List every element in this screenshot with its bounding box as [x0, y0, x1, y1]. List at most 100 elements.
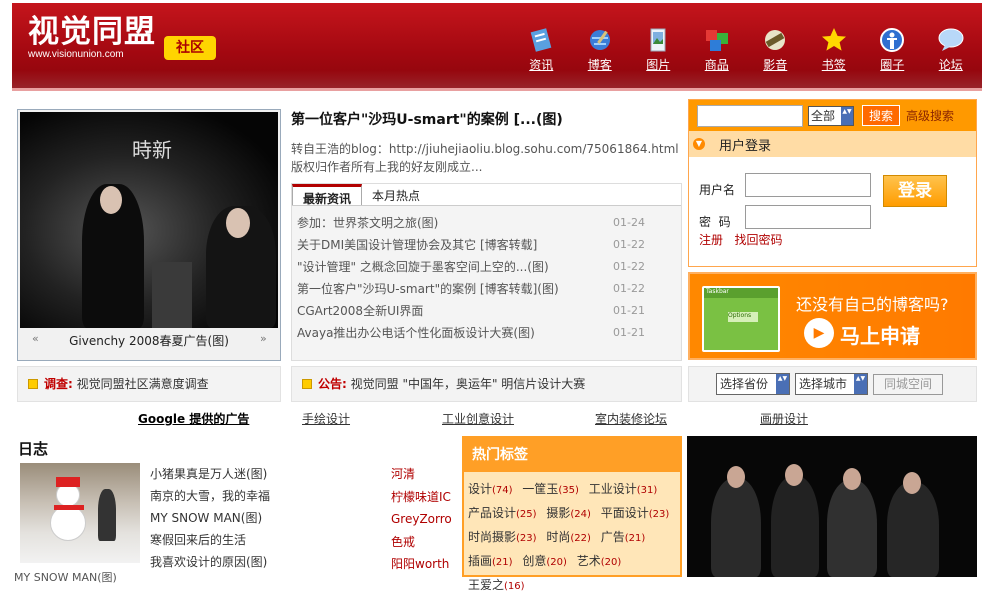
film-reel-icon [765, 30, 786, 50]
notice-link[interactable]: 视觉同盟 "中国年，奥运年" 明信片设计大赛 [351, 377, 586, 391]
author-link[interactable]: 阳阳worth [391, 553, 452, 576]
list-item[interactable]: 关于DMI美国设计管理协会及其它 [博客转载] 01-22 [297, 234, 681, 256]
search-login-box: 全部 搜索 高级搜索 ▼ 用户登录 用户名 密 码 登录 注册 找回密码 [688, 99, 977, 267]
hot-tags-panel: 热门标签 设计(74) 一筐玉(35) 工业设计(31) 产品设计(25) 摄影… [462, 436, 682, 592]
advanced-search-link[interactable]: 高级搜索 [906, 107, 954, 124]
tag-link[interactable]: 平面设计(23) [601, 506, 670, 520]
author-link[interactable]: GreyZorro [391, 508, 452, 531]
tag-link[interactable]: 王爱之(16) [468, 578, 525, 592]
snowman-body [50, 505, 86, 541]
tag-link[interactable]: 摄影(24) [546, 506, 591, 520]
list-item[interactable]: 参加：世界茶文明之旅(图) 01-24 [297, 212, 681, 234]
ad-link[interactable]: 画册设计 [760, 410, 808, 427]
list-item[interactable]: "设计管理" 之概念回旋于墨客空间上空的...(图) 01-22 [297, 256, 681, 278]
tag-count: (23) [516, 533, 537, 544]
tag-name: 摄影 [546, 506, 571, 520]
login-title: 用户登录 [719, 138, 772, 154]
province-select[interactable]: 选择省份 [716, 373, 790, 395]
register-link[interactable]: 注册 [699, 233, 723, 247]
tag-link[interactable]: 一筐玉(35) [522, 482, 579, 496]
tag-link[interactable]: 时尚摄影(23) [468, 530, 537, 544]
author-link[interactable]: 色戒 [391, 531, 452, 554]
next-arrow[interactable]: » [260, 332, 267, 345]
tag-name: 平面设计 [600, 506, 649, 520]
chevron-down-icon: ▼ [693, 138, 705, 150]
snowman-caption[interactable]: MY SNOW MAN(图) [14, 569, 117, 585]
news-title[interactable]: 第一位客户"沙玛U-smart"的案例 [博客转载](图) [297, 278, 559, 300]
site-logo[interactable]: 视觉同盟 www.visionunion.com [28, 15, 156, 60]
band-member [771, 476, 819, 577]
login-button[interactable]: 登录 [883, 175, 947, 207]
tag-name: 艺术 [576, 554, 601, 568]
bullet-square-icon [28, 379, 38, 389]
username-field[interactable] [745, 173, 871, 197]
tag-link[interactable]: 创意(20) [522, 554, 567, 568]
banner-cta[interactable]: 马上申请 [840, 320, 920, 349]
tag-count: (25) [516, 509, 537, 520]
ad-link[interactable]: 工业创意设计 [442, 410, 514, 427]
city-select[interactable]: 选择城市 [795, 373, 868, 395]
list-item[interactable]: 南京的大雪，我的幸福 [150, 485, 270, 507]
nav-item-bookmarks[interactable]: 书签 [805, 27, 864, 73]
list-item[interactable]: 寒假回来后的生活 [150, 529, 270, 551]
nav-item-media[interactable]: 影音 [746, 27, 805, 73]
picture-icon [650, 28, 666, 52]
city-space-button[interactable]: 同城空间 [873, 374, 943, 395]
list-item[interactable]: 第一位客户"沙玛U-smart"的案例 [博客转载](图) 01-22 [297, 278, 681, 300]
search-scope-select[interactable]: 全部 [808, 105, 854, 126]
ad-link[interactable]: 室内装修论坛 [595, 410, 667, 427]
tag-link[interactable]: 工业设计(31) [589, 482, 658, 496]
search-input[interactable] [697, 104, 803, 127]
nav-item-products[interactable]: 商品 [688, 27, 747, 73]
featured-caption[interactable]: Givenchy 2008春夏广告(图) [18, 332, 280, 349]
nav-item-pictures[interactable]: 图片 [629, 27, 688, 73]
nav-item-news[interactable]: 资讯 [512, 27, 571, 73]
band-face [843, 468, 861, 490]
tag-link[interactable]: 时尚(22) [546, 530, 591, 544]
author-link[interactable]: 柠檬味道IC [391, 486, 452, 509]
tab-latest-news[interactable]: 最新资讯 [292, 184, 363, 206]
list-item[interactable]: 小猪果真是万人迷(图) [150, 463, 270, 485]
forgot-password-link[interactable]: 找回密码 [734, 233, 782, 247]
tag-link[interactable]: 设计(74) [468, 482, 513, 496]
tag-link[interactable]: 艺术(20) [577, 554, 622, 568]
survey-label: 调查: [44, 377, 73, 391]
news-title[interactable]: 参加：世界茶文明之旅(图) [297, 212, 438, 234]
featured-photo[interactable]: 時新 [20, 112, 278, 328]
list-item[interactable]: Avaya推出办公电话个性化面板设计大赛(图) 01-21 [297, 322, 681, 344]
hot-tags-title: 热门标签 [464, 438, 680, 472]
login-header: ▼ 用户登录 [689, 131, 976, 157]
login-form: 用户名 密 码 登录 注册 找回密码 [689, 157, 976, 267]
tag-name: 创意 [522, 554, 547, 568]
video-player[interactable] [687, 436, 977, 577]
ad-link[interactable]: 手绘设计 [302, 410, 350, 427]
article-title[interactable]: 第一位客户"沙玛U-smart"的案例 [...(图) [291, 109, 681, 129]
search-button[interactable]: 搜索 [862, 105, 901, 126]
news-title[interactable]: "设计管理" 之概念回旋于墨客空间上空的...(图) [297, 256, 549, 278]
password-field[interactable] [745, 205, 871, 229]
google-ads-link[interactable]: Google 提供的广告 [138, 410, 249, 427]
nav-item-blog[interactable]: 博客 [571, 27, 630, 73]
diary-title: 日志 [18, 440, 49, 458]
news-title[interactable]: CGArt2008全新UI界面 [297, 300, 423, 322]
list-item[interactable]: 我喜欢设计的原因(图) [150, 551, 270, 573]
blog-signup-banner[interactable]: Taskbar Options 还没有自己的博客吗? ▶ 马上申请 [688, 272, 977, 360]
author-link[interactable]: 河清 [391, 463, 452, 486]
snowman-photo[interactable] [20, 463, 140, 563]
nav-item-forum[interactable]: 论坛 [922, 27, 981, 73]
tag-link[interactable]: 产品设计(25) [468, 506, 537, 520]
list-item[interactable]: MY SNOW MAN(图) [150, 507, 270, 529]
survey-link[interactable]: 视觉同盟社区满意度调查 [77, 377, 209, 391]
photo-face [226, 208, 250, 238]
person-circle-icon [880, 28, 905, 52]
notice-label: 公告: [318, 377, 347, 391]
news-title[interactable]: Avaya推出办公电话个性化面板设计大赛(图) [297, 322, 535, 344]
tag-link[interactable]: 广告(21) [601, 530, 646, 544]
tab-monthly-hot[interactable]: 本月热点 [362, 184, 430, 205]
list-item[interactable]: CGArt2008全新UI界面 01-21 [297, 300, 681, 322]
nav-item-circles[interactable]: 圈子 [863, 27, 922, 73]
community-badge[interactable]: 社区 [164, 36, 216, 60]
news-title[interactable]: 关于DMI美国设计管理协会及其它 [博客转载] [297, 234, 537, 256]
tag-name: 插画 [468, 554, 493, 568]
tag-link[interactable]: 插画(21) [468, 554, 513, 568]
